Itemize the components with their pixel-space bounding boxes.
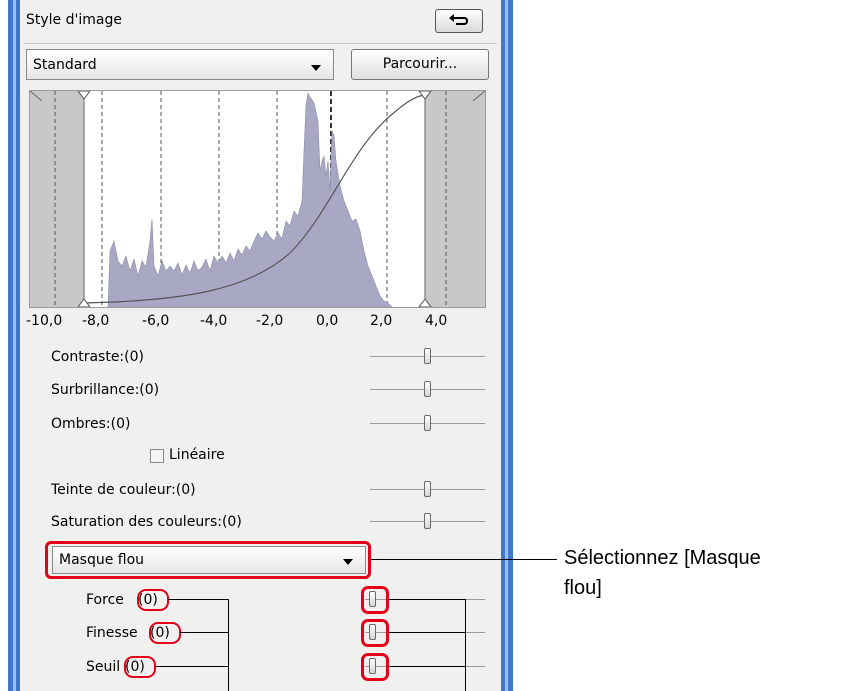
connector-line xyxy=(389,632,465,633)
axis-tick: 4,0 xyxy=(425,313,448,329)
linear-checkbox-label: Linéaire xyxy=(169,447,225,463)
connector-line xyxy=(155,666,228,667)
threshold-label: Seuil xyxy=(86,659,121,675)
tone-curve-histogram[interactable] xyxy=(29,90,486,308)
contrast-slider-thumb[interactable] xyxy=(424,348,431,364)
highlight-sharpness-select xyxy=(45,541,371,579)
axis-tick: -4,0 xyxy=(200,313,228,329)
chevron-down-icon xyxy=(311,65,321,71)
histogram-fill xyxy=(107,92,393,308)
shadow-slider-thumb[interactable] xyxy=(424,415,431,431)
divider xyxy=(24,43,497,44)
highlight-fineness-value xyxy=(149,622,181,644)
highlight-threshold-slider xyxy=(361,653,389,681)
linear-checkbox[interactable] xyxy=(150,449,164,463)
callout-line-2: flou] xyxy=(564,577,602,599)
panel-header: Style d'image xyxy=(20,0,501,44)
reset-button[interactable] xyxy=(435,9,483,33)
fineness-label: Finesse xyxy=(86,625,138,641)
picture-style-select[interactable]: Standard xyxy=(26,49,334,80)
color-tone-label: Teinte de couleur:(0) xyxy=(51,482,196,498)
connector-line xyxy=(228,599,229,691)
axis-tick: -10,0 xyxy=(26,313,63,329)
axis-tick: 0,0 xyxy=(316,313,339,329)
connector-line xyxy=(168,599,228,600)
highlight-threshold-value xyxy=(124,656,156,678)
axis-tick: -2,0 xyxy=(256,313,284,329)
right-clip-area xyxy=(425,91,485,307)
callout-line-1: Sélectionnez [Masque xyxy=(564,547,761,569)
histogram-axis: -10,0 -8,0 -6,0 -4,0 -2,0 0,0 2,0 4,0 xyxy=(20,313,501,333)
connector-line xyxy=(389,599,465,600)
highlight-strength-slider xyxy=(361,586,389,614)
highlight-label: Surbrillance:(0) xyxy=(51,382,160,398)
color-tone-slider-thumb[interactable] xyxy=(424,481,431,497)
saturation-slider-thumb[interactable] xyxy=(424,513,431,529)
saturation-label: Saturation des couleurs:(0) xyxy=(51,514,242,530)
browse-button[interactable]: Parcourir... xyxy=(351,49,489,80)
connector-line xyxy=(180,632,228,633)
undo-arrow-icon xyxy=(449,14,469,25)
callout-leader-line xyxy=(371,559,557,560)
panel-title: Style d'image xyxy=(26,12,122,28)
histogram-graph xyxy=(29,90,486,308)
axis-tick: -8,0 xyxy=(82,313,110,329)
contrast-label: Contraste:(0) xyxy=(51,349,144,365)
browse-button-label: Parcourir... xyxy=(382,56,458,72)
highlight-fineness-slider xyxy=(361,619,389,647)
connector-line xyxy=(389,666,465,667)
picture-style-panel: Style d'image Standard Parcourir... -10,… xyxy=(20,0,501,691)
strength-label: Force xyxy=(86,592,124,608)
highlight-slider-thumb[interactable] xyxy=(424,381,431,397)
axis-tick: 2,0 xyxy=(370,313,393,329)
callout-text: Sélectionnez [Masque flou] xyxy=(564,543,761,603)
highlight-strength-value xyxy=(137,589,169,611)
axis-tick: -6,0 xyxy=(142,313,170,329)
left-clip-area xyxy=(30,91,84,307)
picture-style-value: Standard xyxy=(33,57,97,73)
connector-line xyxy=(465,599,466,691)
shadow-label: Ombres:(0) xyxy=(51,416,131,432)
